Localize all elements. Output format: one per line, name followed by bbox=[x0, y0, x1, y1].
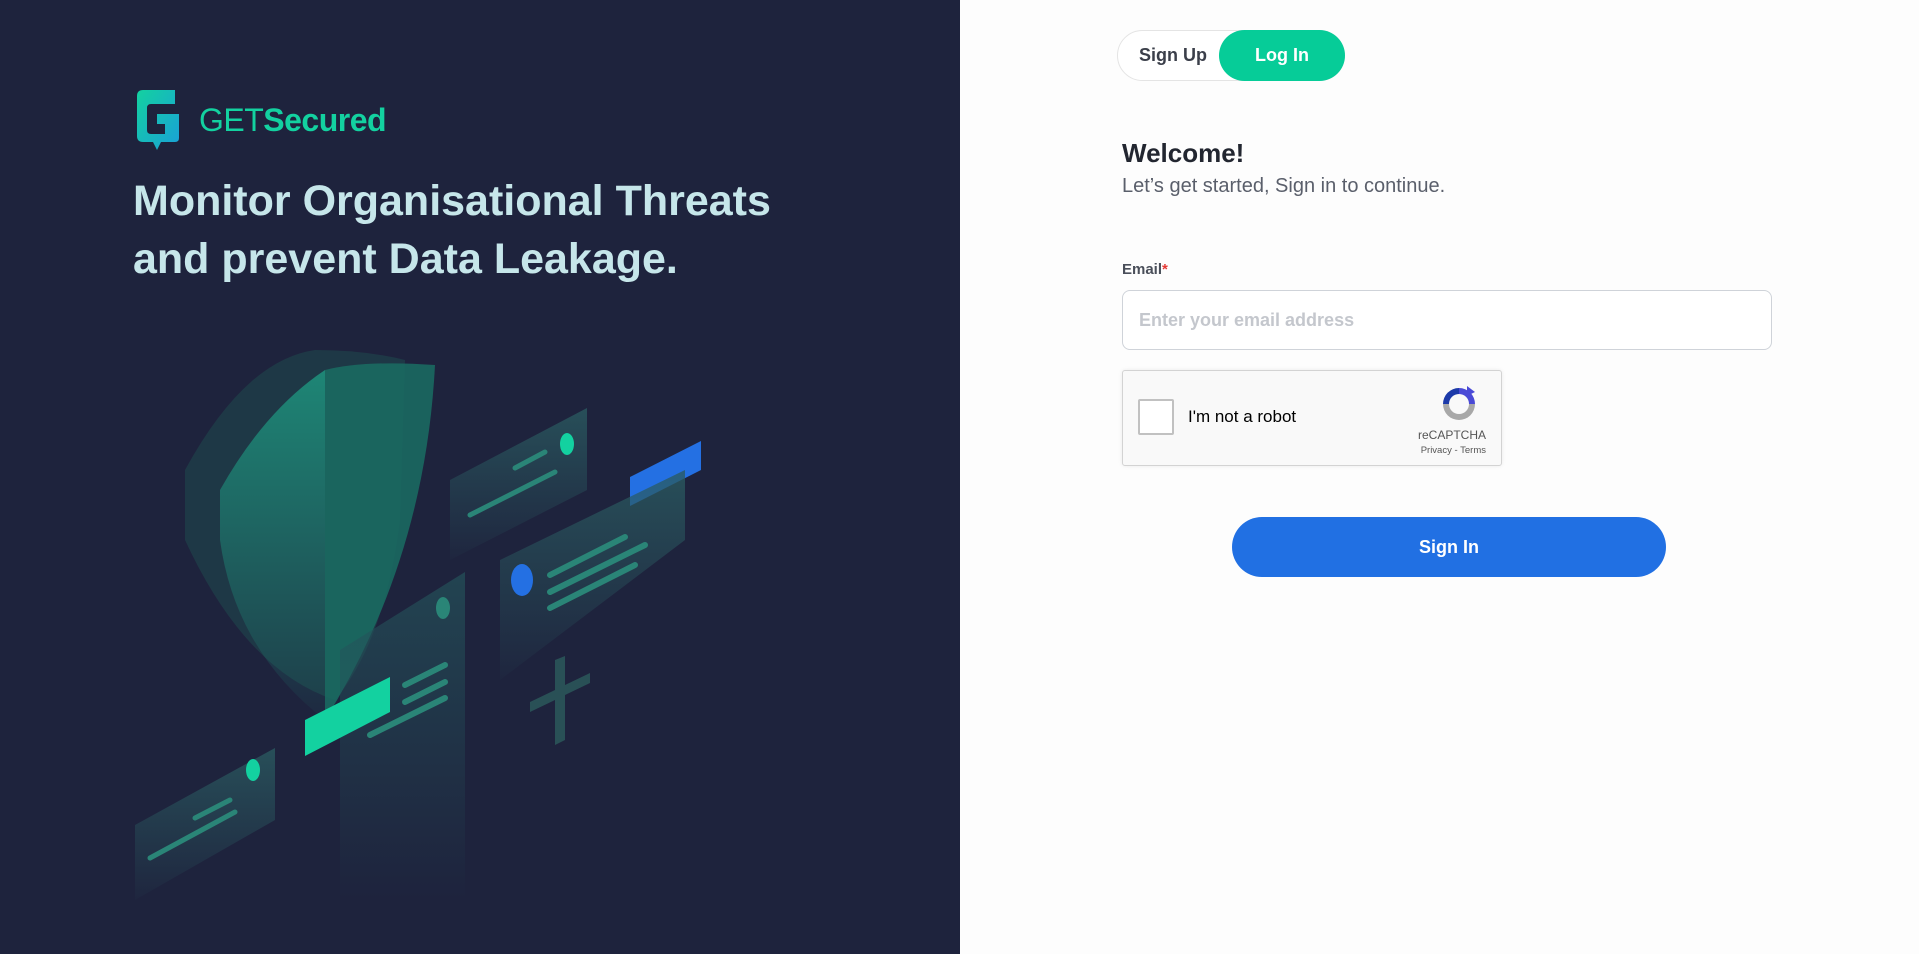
recaptcha-label: I'm not a robot bbox=[1188, 407, 1297, 426]
recaptcha-widget: I'm not a robot reCAPTCHA Privacy - Term… bbox=[1122, 370, 1502, 466]
headline-line-2: and prevent Data Leakage. bbox=[133, 235, 678, 283]
recaptcha-links: Privacy - Terms bbox=[1421, 445, 1486, 456]
brand-logo: GETSecured bbox=[133, 90, 387, 150]
email-field[interactable] bbox=[1122, 290, 1772, 350]
email-label-text: Email bbox=[1122, 261, 1163, 278]
welcome-subtitle: Let’s get started, Sign in to continue. bbox=[1122, 175, 1446, 197]
tab-log-in[interactable]: Log In bbox=[1219, 30, 1345, 81]
welcome-title: Welcome! bbox=[1122, 138, 1245, 168]
getsecured-logo-icon bbox=[137, 90, 179, 150]
brand-name-bold: Secured bbox=[263, 101, 387, 138]
required-marker: * bbox=[1162, 261, 1168, 278]
auth-toggle: Sign Up Log In bbox=[1117, 30, 1345, 81]
recaptcha-brand: reCAPTCHA bbox=[1417, 428, 1486, 442]
recaptcha-logo-icon bbox=[1443, 386, 1475, 420]
recaptcha-terms-link[interactable]: Terms bbox=[1460, 445, 1486, 456]
plus-shape bbox=[530, 656, 590, 745]
headline-line-1: Monitor Organisational Threats bbox=[133, 177, 771, 225]
headline: Monitor Organisational Threats and preve… bbox=[133, 172, 813, 288]
brand-name-light: GET bbox=[199, 101, 264, 138]
login-page: GETSecured Monitor Organisational Threat… bbox=[0, 0, 1919, 954]
security-shield-illustration bbox=[135, 350, 701, 900]
recaptcha-checkbox[interactable] bbox=[1138, 399, 1174, 435]
right-panel: Sign Up Log In Welcome! Let’s get starte… bbox=[960, 0, 1919, 954]
sign-in-button[interactable]: Sign In bbox=[1232, 517, 1666, 577]
tab-sign-up[interactable]: Sign Up bbox=[1118, 31, 1228, 80]
email-label: Email* bbox=[1122, 261, 1168, 278]
brand-name: GETSecured bbox=[199, 101, 387, 139]
recaptcha-link-separator: - bbox=[1451, 445, 1461, 456]
left-panel: GETSecured Monitor Organisational Threat… bbox=[0, 0, 960, 954]
recaptcha-privacy-link[interactable]: Privacy bbox=[1421, 445, 1452, 456]
